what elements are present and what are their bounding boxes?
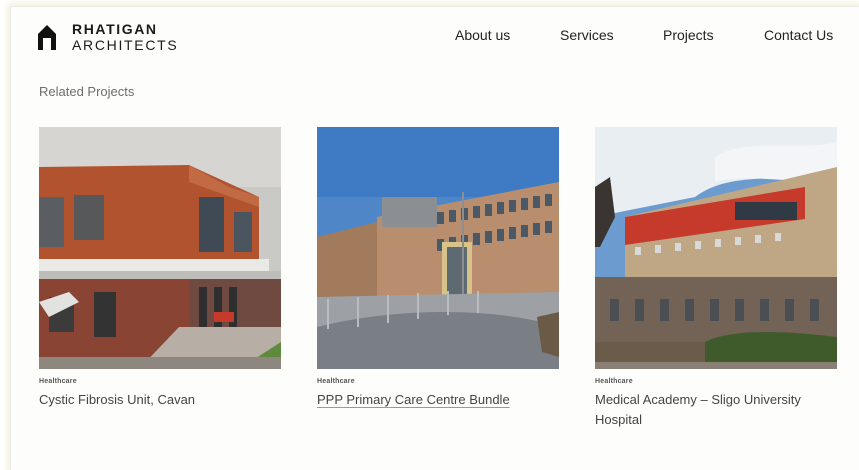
project-image-medical-academy[interactable] xyxy=(595,127,837,369)
project-category: Healthcare xyxy=(39,378,77,385)
project-title-link[interactable]: PPP Primary Care Centre Bundle xyxy=(317,390,559,410)
project-card[interactable]: Healthcare Cystic Fibrosis Unit, Cavan xyxy=(39,127,281,410)
section-title: Related Projects xyxy=(39,84,135,99)
project-card[interactable]: Healthcare PPP Primary Care Centre Bundl… xyxy=(317,127,559,410)
main-nav: About us Services Projects Contact Us xyxy=(11,27,859,47)
site-header: RHATIGAN ARCHITECTS About us Services Pr… xyxy=(11,7,859,67)
nav-projects[interactable]: Projects xyxy=(663,27,714,43)
nav-about-us[interactable]: About us xyxy=(455,27,510,43)
project-title[interactable]: Medical Academy – Sligo University Hospi… xyxy=(595,390,837,430)
project-image-primary-care-centre[interactable] xyxy=(317,127,559,369)
project-category: Healthcare xyxy=(595,378,633,385)
nav-contact-us[interactable]: Contact Us xyxy=(764,27,833,43)
project-card[interactable]: Healthcare Medical Academy – Sligo Unive… xyxy=(595,127,837,430)
project-image-cystic-fibrosis[interactable] xyxy=(39,127,281,369)
page-frame: RHATIGAN ARCHITECTS About us Services Pr… xyxy=(10,6,859,470)
nav-services[interactable]: Services xyxy=(560,27,614,43)
project-category: Healthcare xyxy=(317,378,355,385)
project-title[interactable]: Cystic Fibrosis Unit, Cavan xyxy=(39,390,281,410)
